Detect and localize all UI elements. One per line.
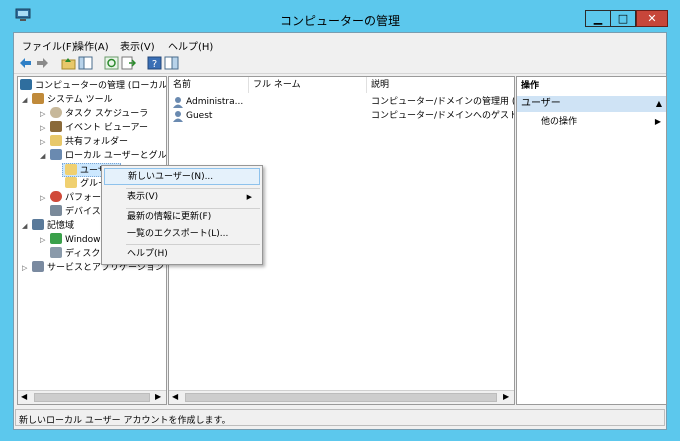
performance-icon: [50, 191, 62, 202]
menu-view-label: 表示(V): [127, 192, 159, 202]
tree-item-local-users-groups[interactable]: ◢ ローカル ユーザーとグループ: [40, 149, 167, 163]
tree-item-label: 共有フォルダー: [65, 137, 129, 147]
menu-separator: [126, 244, 260, 245]
folder-icon: [65, 164, 77, 175]
expand-arrow-icon[interactable]: ▷: [40, 135, 50, 149]
disk-icon: [50, 247, 62, 258]
scroll-left-icon[interactable]: ◀: [172, 392, 178, 401]
expand-arrow-icon[interactable]: ▷: [40, 107, 50, 121]
menu-help[interactable]: ヘルプ(H): [168, 38, 213, 53]
users-icon: [50, 149, 62, 160]
tree-item-label: タスク スケジューラ: [65, 109, 149, 119]
event-log-icon: [50, 121, 62, 132]
row-name: Guest: [186, 111, 213, 121]
show-hide-tree-icon[interactable]: [78, 56, 93, 70]
backup-icon: [50, 233, 62, 244]
collapse-arrow-icon[interactable]: ◢: [40, 149, 50, 163]
column-header-fullname[interactable]: フル ネーム: [249, 77, 367, 93]
storage-icon: [32, 219, 44, 230]
menu-export-list[interactable]: 一覧のエクスポート(L)...: [104, 226, 260, 243]
column-header-description[interactable]: 説明: [367, 77, 514, 93]
tree-item-label: イベント ビューアー: [65, 123, 148, 133]
user-icon: [173, 97, 183, 108]
collapse-arrow-icon[interactable]: ◢: [22, 93, 32, 107]
list-horizontal-scrollbar[interactable]: ◀ ▶: [169, 390, 514, 404]
expand-arrow-icon[interactable]: ▷: [22, 261, 32, 275]
menu-view[interactable]: 表示(V) ▶: [104, 189, 260, 206]
close-button[interactable]: ✕: [636, 10, 668, 27]
user-icon: [173, 111, 183, 122]
expand-arrow-icon[interactable]: ▷: [40, 233, 50, 247]
tree-item-label: ローカル ユーザーとグループ: [65, 151, 167, 161]
window-title: コンピューターの管理: [279, 14, 400, 28]
shared-folder-icon: [50, 135, 62, 146]
table-row[interactable]: Guest コンピューター/ドメインへのゲスト アク...: [169, 109, 514, 123]
tree-item-label: システム ツール: [47, 95, 113, 105]
tree-item-shared-folders[interactable]: ▷ 共有フォルダー: [40, 135, 128, 149]
maximize-button[interactable]: □: [610, 10, 636, 27]
actions-section-users[interactable]: ユーザー ▲: [517, 96, 666, 112]
title-bar: コンピューターの管理 ▁ □ ✕: [0, 0, 680, 32]
column-header-name[interactable]: 名前: [169, 77, 249, 93]
window-frame: コンピューターの管理 ▁ □ ✕ ファイル(F) 操作(A) 表示(V) ヘルプ…: [0, 0, 680, 441]
folder-icon: [65, 177, 77, 188]
collapse-arrow-icon[interactable]: ◢: [22, 219, 32, 233]
clock-icon: [50, 107, 62, 118]
computer-management-icon: [20, 79, 32, 90]
table-row[interactable]: Administra... コンピューター/ドメインの管理用 (ビル...: [169, 95, 514, 109]
tree-item-label: コンピューターの管理 (ローカル): [35, 81, 167, 91]
status-bar: 新しいローカル ユーザー アカウントを作成します。: [15, 409, 665, 426]
tools-icon: [32, 93, 44, 104]
submenu-arrow-icon: ▶: [246, 193, 252, 201]
tree-horizontal-scrollbar[interactable]: ◀ ▶: [18, 390, 166, 404]
device-manager-icon: [50, 205, 62, 216]
section-label: ユーザー: [521, 98, 561, 109]
menu-action[interactable]: 操作(A): [74, 38, 109, 53]
menu-bar: ファイル(F) 操作(A) 表示(V) ヘルプ(H): [14, 35, 666, 53]
submenu-arrow-icon: ▶: [654, 117, 661, 126]
actions-header: 操作: [521, 81, 540, 91]
scroll-right-icon[interactable]: ▶: [155, 392, 161, 401]
up-folder-icon[interactable]: [61, 56, 76, 70]
services-icon: [32, 261, 44, 272]
scrollbar-thumb[interactable]: [34, 393, 150, 402]
refresh-icon[interactable]: [104, 56, 119, 70]
tree-item-task-scheduler[interactable]: ▷ タスク スケジューラ: [40, 107, 148, 121]
more-actions-label: 他の操作: [541, 117, 578, 127]
export-list-icon[interactable]: [121, 56, 136, 70]
expand-arrow-icon[interactable]: ▷: [40, 191, 50, 205]
tree-item-root[interactable]: コンピューターの管理 (ローカル): [20, 79, 167, 93]
context-menu: 新しいユーザー(N)... 表示(V) ▶ 最新の情報に更新(F) 一覧のエクス…: [101, 165, 263, 265]
menu-file[interactable]: ファイル(F): [22, 38, 76, 53]
tree-item-storage[interactable]: ◢ 記憶域: [22, 219, 74, 233]
menu-new-user[interactable]: 新しいユーザー(N)...: [104, 168, 260, 185]
scroll-left-icon[interactable]: ◀: [21, 392, 27, 401]
svg-text:?: ?: [152, 59, 157, 70]
tree-item-system-tools[interactable]: ◢ システム ツール: [22, 93, 113, 107]
forward-arrow-icon[interactable]: [35, 56, 50, 70]
back-arrow-icon[interactable]: [18, 56, 33, 70]
row-description: コンピューター/ドメインへのゲスト アク...: [371, 111, 514, 121]
tree-item-label: 記憶域: [47, 221, 75, 231]
expand-arrow-icon[interactable]: ▷: [40, 121, 50, 135]
collapse-arrow-icon[interactable]: ▲: [656, 96, 662, 112]
scrollbar-thumb[interactable]: [185, 393, 497, 402]
tree-item-event-viewer[interactable]: ▷ イベント ビューアー: [40, 121, 148, 135]
row-description: コンピューター/ドメインの管理用 (ビル...: [371, 97, 514, 107]
row-name: Administra...: [186, 97, 244, 107]
menu-help[interactable]: ヘルプ(H): [104, 246, 260, 263]
help-icon[interactable]: ?: [147, 56, 162, 70]
scroll-right-icon[interactable]: ▶: [503, 392, 509, 401]
actions-pane: 操作 ユーザー ▲ 他の操作 ▶: [516, 76, 667, 405]
menu-view[interactable]: 表示(V): [120, 38, 155, 53]
status-text: 新しいローカル ユーザー アカウントを作成します。: [19, 416, 231, 426]
toolbar: ?: [14, 54, 666, 74]
minimize-button[interactable]: ▁: [585, 10, 611, 27]
menu-refresh[interactable]: 最新の情報に更新(F): [104, 209, 260, 226]
properties-pane-icon[interactable]: [164, 56, 179, 70]
more-actions-item[interactable]: 他の操作 ▶: [517, 114, 666, 130]
